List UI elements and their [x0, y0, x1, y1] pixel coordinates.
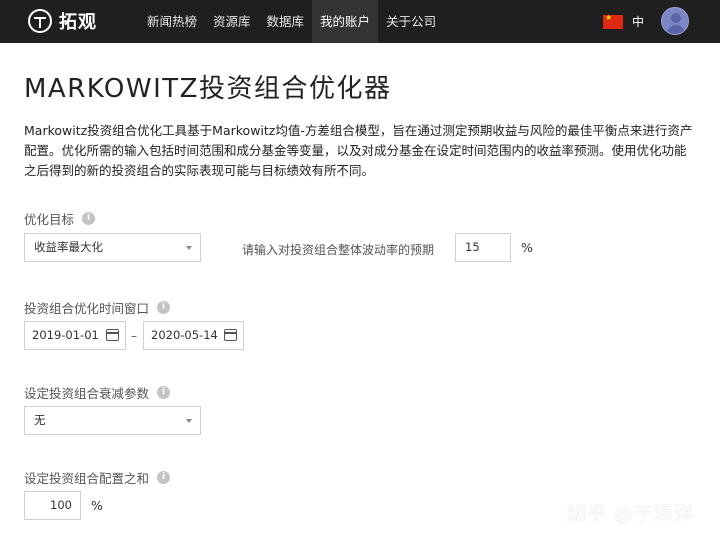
volatility-value: 15 [465, 240, 480, 254]
caret-down-icon [186, 419, 192, 423]
logo-text: 拓观 [59, 12, 97, 33]
page-description: Markowitz投资组合优化工具基于Markowitz均值-方差组合模型，旨在… [24, 123, 693, 178]
end-date-input[interactable]: 2020-05-14 [143, 321, 244, 350]
info-icon[interactable]: i [157, 301, 171, 314]
decay-select[interactable]: 无 [24, 406, 201, 435]
objective-selected-value: 收益率最大化 [34, 240, 103, 254]
info-icon[interactable]: i [82, 212, 96, 225]
allocation-unit: % [91, 498, 103, 513]
language-switcher[interactable]: 中 [603, 13, 644, 30]
nav-item-news[interactable]: 新闻热榜 [139, 0, 205, 43]
china-flag-icon [603, 13, 623, 29]
nav-item-my-account[interactable]: 我的账户 [312, 0, 379, 43]
volatility-hint: 请输入对投资组合整体波动率的预期 [242, 243, 435, 257]
calendar-icon[interactable] [224, 329, 237, 341]
objective-label-row: 优化目标 i [24, 209, 96, 228]
caret-down-icon [186, 246, 192, 250]
info-icon[interactable]: i [157, 471, 171, 484]
top-navbar: 拓观 新闻热榜 资源库 数据库 我的账户 关于公司 中 [0, 0, 720, 43]
allocation-input[interactable]: 100 [24, 491, 81, 520]
allocation-label: 设定投资组合配置之和 [24, 471, 150, 486]
decay-selected-value: 无 [34, 413, 46, 427]
end-date-value: 2020-05-14 [151, 328, 218, 342]
volatility-unit: % [521, 240, 533, 255]
start-date-input[interactable]: 2019-01-01 [24, 321, 126, 350]
logo-mark-icon [28, 9, 52, 33]
language-label: 中 [632, 15, 645, 29]
watermark: 知乎 @于泽洋 [567, 503, 695, 525]
volatility-input[interactable]: 15 [455, 233, 511, 262]
date-separator: – [131, 329, 137, 343]
nav-item-database[interactable]: 数据库 [259, 0, 313, 43]
user-avatar-icon[interactable] [661, 7, 689, 35]
window-label-row: 投资组合优化时间窗口 i [24, 298, 171, 317]
window-label: 投资组合优化时间窗口 [24, 301, 150, 316]
info-icon[interactable]: i [157, 386, 171, 399]
start-date-value: 2019-01-01 [32, 328, 99, 342]
calendar-icon[interactable] [106, 329, 119, 341]
page-title: MARKOWITZ投资组合优化器 [24, 74, 392, 104]
nav-item-about[interactable]: 关于公司 [378, 0, 444, 43]
allocation-value: 100 [50, 498, 72, 512]
decay-label: 设定投资组合衰减参数 [24, 386, 150, 401]
logo[interactable]: 拓观 [28, 8, 97, 34]
objective-label: 优化目标 [24, 212, 75, 227]
nav-item-resources[interactable]: 资源库 [205, 0, 259, 43]
allocation-label-row: 设定投资组合配置之和 i [24, 468, 171, 487]
main-nav: 新闻热榜 资源库 数据库 我的账户 关于公司 [139, 0, 444, 43]
objective-select[interactable]: 收益率最大化 [24, 233, 201, 262]
decay-label-row: 设定投资组合衰减参数 i [24, 383, 171, 402]
